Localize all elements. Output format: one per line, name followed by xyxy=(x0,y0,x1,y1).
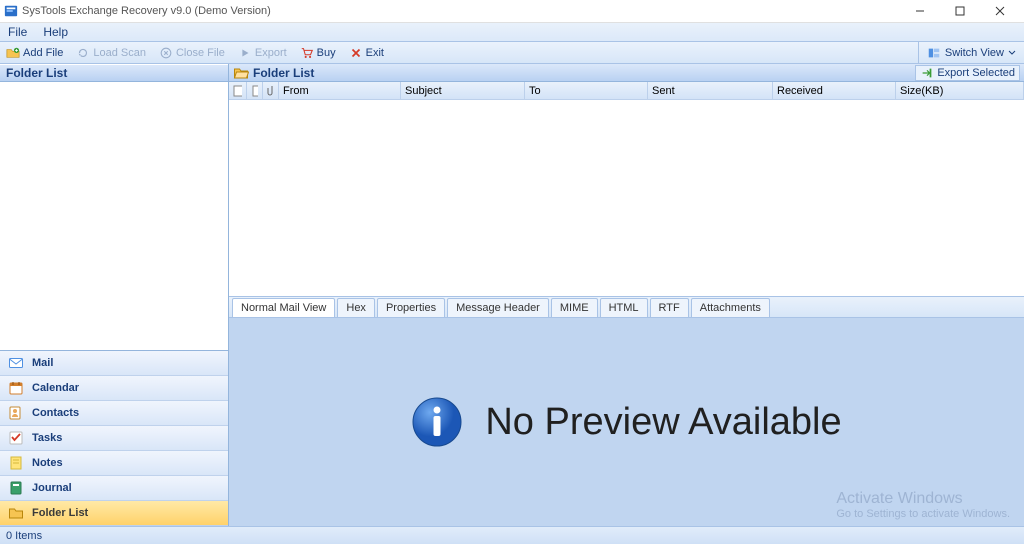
play-icon xyxy=(238,46,252,60)
refresh-icon xyxy=(76,46,90,60)
window-titlebar: SysTools Exchange Recovery v9.0 (Demo Ve… xyxy=(0,0,1024,23)
close-circle-icon xyxy=(159,46,173,60)
calendar-icon xyxy=(8,380,24,396)
tab-mime[interactable]: MIME xyxy=(551,298,598,317)
nav-tasks[interactable]: Tasks xyxy=(0,426,228,451)
col-sent[interactable]: Sent xyxy=(648,82,773,99)
nav-notes[interactable]: Notes xyxy=(0,451,228,476)
export-icon xyxy=(920,66,934,80)
folderlist-panel-header: Folder List Export Selected xyxy=(229,64,1024,82)
nav-calendar[interactable]: Calendar xyxy=(0,376,228,401)
close-button[interactable] xyxy=(980,0,1020,22)
journal-icon xyxy=(8,480,24,496)
chevron-down-icon xyxy=(1008,50,1016,56)
load-scan-button[interactable]: Load Scan xyxy=(70,42,153,63)
preview-tabbar: Normal Mail View Hex Properties Message … xyxy=(229,296,1024,318)
col-to[interactable]: To xyxy=(525,82,648,99)
tasks-icon xyxy=(8,430,24,446)
no-preview-label: No Preview Available xyxy=(485,401,841,444)
minimize-button[interactable] xyxy=(900,0,940,22)
layout-icon xyxy=(927,46,941,60)
table-body[interactable] xyxy=(229,100,1024,296)
nav-mail[interactable]: Mail xyxy=(0,351,228,376)
mail-icon xyxy=(8,355,24,371)
folder-icon xyxy=(8,505,24,521)
folder-list-header: Folder List xyxy=(0,64,228,82)
window-title: SysTools Exchange Recovery v9.0 (Demo Ve… xyxy=(22,5,271,17)
contacts-icon xyxy=(8,405,24,421)
add-file-button[interactable]: Add File xyxy=(0,42,70,63)
table-header: From Subject To Sent Received Size(KB) xyxy=(229,82,1024,100)
folder-open-icon xyxy=(233,65,249,81)
folder-tree[interactable] xyxy=(0,82,228,350)
app-icon xyxy=(4,4,18,18)
tab-message-header[interactable]: Message Header xyxy=(447,298,549,317)
cart-icon xyxy=(300,46,314,60)
tab-properties[interactable]: Properties xyxy=(377,298,445,317)
menu-file[interactable]: File xyxy=(0,25,35,39)
tab-normal-mail-view[interactable]: Normal Mail View xyxy=(232,298,335,317)
notes-icon xyxy=(8,455,24,471)
menubar: File Help xyxy=(0,23,1024,42)
col-subject[interactable]: Subject xyxy=(401,82,525,99)
left-panel: Folder List Mail Calendar Contacts Tasks… xyxy=(0,64,229,526)
col-received[interactable]: Received xyxy=(773,82,896,99)
tab-attachments[interactable]: Attachments xyxy=(691,298,770,317)
right-panel: Folder List Export Selected From Subject… xyxy=(229,64,1024,526)
export-selected-button[interactable]: Export Selected xyxy=(915,65,1020,81)
content-area: Folder List Mail Calendar Contacts Tasks… xyxy=(0,64,1024,526)
info-icon xyxy=(411,396,463,448)
folder-plus-icon xyxy=(6,46,20,60)
close-file-button[interactable]: Close File xyxy=(153,42,232,63)
col-size[interactable]: Size(KB) xyxy=(896,82,1024,99)
preview-pane: No Preview Available Activate Windows Go… xyxy=(229,318,1024,526)
switch-view-button[interactable]: Switch View xyxy=(918,42,1024,63)
col-attachment-icon[interactable] xyxy=(263,82,279,99)
tab-rtf[interactable]: RTF xyxy=(650,298,689,317)
folderlist-title: Folder List xyxy=(253,66,314,80)
tab-html[interactable]: HTML xyxy=(600,298,648,317)
nav-journal[interactable]: Journal xyxy=(0,476,228,501)
nav-folder-list[interactable]: Folder List xyxy=(0,501,228,526)
exit-button[interactable]: Exit xyxy=(343,42,391,63)
buy-button[interactable]: Buy xyxy=(294,42,343,63)
nav-buttons: Mail Calendar Contacts Tasks Notes Journ… xyxy=(0,350,228,526)
x-icon xyxy=(349,46,363,60)
status-item-count: 0 Items xyxy=(6,530,42,542)
col-from[interactable]: From xyxy=(279,82,401,99)
status-bar: 0 Items xyxy=(0,526,1024,544)
menu-help[interactable]: Help xyxy=(35,25,76,39)
export-button[interactable]: Export xyxy=(232,42,294,63)
tab-hex[interactable]: Hex xyxy=(337,298,375,317)
col-checkbox[interactable] xyxy=(229,82,247,99)
nav-contacts[interactable]: Contacts xyxy=(0,401,228,426)
maximize-button[interactable] xyxy=(940,0,980,22)
toolbar: Add File Load Scan Close File Export Buy… xyxy=(0,42,1024,64)
windows-watermark: Activate Windows Go to Settings to activ… xyxy=(836,490,1010,520)
col-flag-icon[interactable] xyxy=(247,82,263,99)
